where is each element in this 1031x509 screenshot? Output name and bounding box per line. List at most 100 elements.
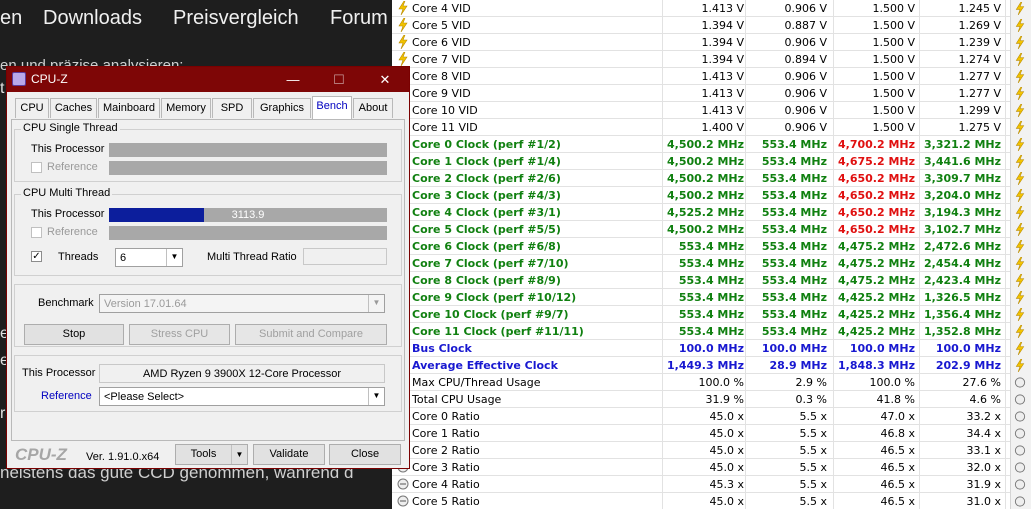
sensor-row[interactable]: Core 9 VID 1.413 V 0.906 V 1.500 V 1.277 V [392, 85, 1010, 102]
sensor-row[interactable]: Core 3 Ratio 45.0 x 5.5 x 46.5 x 32.0 x [392, 459, 1010, 476]
tab-bench[interactable]: Bench [312, 96, 352, 119]
sensor-row[interactable]: Core 5 Clock (perf #5/5) 4,500.2 MHz 553.4… [392, 221, 1010, 238]
minimize-icon[interactable]: — [279, 69, 307, 90]
sensor-row[interactable]: Core 7 VID 1.394 V 0.894 V 1.500 V 1.274 V [392, 51, 1010, 68]
sensor-row[interactable]: Core 7 Clock (perf #7/10) 553.4 MHz 553.4 … [392, 255, 1010, 272]
threads-select[interactable]: 6 ▼ [115, 248, 183, 267]
sensor-min: 100.0 MHz [761, 342, 827, 355]
chevron-down-icon[interactable]: ▼ [368, 388, 384, 405]
reference-checkbox[interactable] [31, 227, 42, 238]
chevron-down-icon[interactable]: ▼ [166, 249, 182, 266]
sensor-row[interactable]: Core 1 Ratio 45.0 x 5.5 x 46.8 x 34.4 x [392, 425, 1010, 442]
validate-button[interactable]: Validate [253, 444, 325, 465]
chevron-down-icon[interactable]: ▼ [368, 295, 384, 312]
sensor-current: 1.413 V [701, 87, 744, 100]
sensor-row[interactable]: Core 0 Clock (perf #1/2) 4,500.2 MHz 553.4… [392, 136, 1010, 153]
title-bar[interactable]: CPU-Z — ☐ ✕ [7, 67, 409, 92]
sensor-row[interactable]: Core 10 VID 1.413 V 0.906 V 1.500 V 1.299 V [392, 102, 1010, 119]
sensor-avg: 3,194.3 MHz [923, 206, 1001, 219]
hwinfo-sensor-panel: Core 4 VID 1.413 V 0.906 V 1.500 V 1.245 V Co… [392, 0, 1031, 509]
sensor-name: Core 6 VID [412, 36, 471, 49]
sensor-row[interactable]: Total CPU Usage 31.9 % 0.3 % 41.8 % 4.6 % [392, 391, 1010, 408]
bolt-icon [1014, 324, 1027, 339]
nav-link-downloads[interactable]: Downloads [43, 7, 142, 30]
sensor-row[interactable]: Core 4 Ratio 45.3 x 5.5 x 46.5 x 31.9 x [392, 476, 1010, 493]
sensor-row[interactable]: Core 5 VID 1.394 V 0.887 V 1.500 V 1.269 V [392, 17, 1010, 34]
reference-select[interactable]: <Please Select> ▼ [99, 387, 385, 406]
sensor-avg: 4.6 % [969, 393, 1001, 406]
sensor-max: 1.500 V [872, 104, 915, 117]
sensor-row[interactable]: Core 2 Ratio 45.0 x 5.5 x 46.5 x 33.1 x [392, 442, 1010, 459]
tab-graphics[interactable]: Graphics [253, 98, 311, 118]
sensor-row[interactable]: Bus Clock 100.0 MHz 100.0 MHz 100.0 MHz 100.… [392, 340, 1010, 357]
tab-memory[interactable]: Memory [161, 98, 211, 118]
sensor-avg: 3,102.7 MHz [923, 223, 1001, 236]
nav-link-preisvergleich[interactable]: Preisvergleich [173, 7, 299, 30]
sensor-avg: 2,423.4 MHz [923, 274, 1001, 287]
sensor-current: 1.413 V [701, 104, 744, 117]
sensor-min: 553.4 MHz [761, 291, 827, 304]
sensor-name: Total CPU Usage [412, 393, 502, 406]
sensor-name: Core 6 Clock (perf #6/8) [412, 240, 561, 253]
sensor-row[interactable]: Core 9 Clock (perf #10/12) 553.4 MHz 553.4… [392, 289, 1010, 306]
sensor-row[interactable]: Core 0 Ratio 45.0 x 5.5 x 47.0 x 33.2 x [392, 408, 1010, 425]
sensor-avg: 3,204.0 MHz [923, 189, 1001, 202]
sensor-avg: 1.239 V [958, 36, 1001, 49]
bolt-icon [1014, 256, 1027, 271]
sensor-row[interactable]: Core 2 Clock (perf #2/6) 4,500.2 MHz 553.4… [392, 170, 1010, 187]
sensor-min: 0.906 V [784, 87, 827, 100]
reference-checkbox[interactable] [31, 162, 42, 173]
chevron-down-icon[interactable]: ▼ [231, 445, 247, 464]
sensor-avg: 1.275 V [958, 121, 1001, 134]
sensor-name: Core 7 Clock (perf #7/10) [412, 257, 569, 270]
sensor-min: 553.4 MHz [761, 325, 827, 338]
tools-button[interactable]: Tools ▼ [175, 444, 248, 465]
window-title: CPU-Z [31, 72, 68, 86]
sensor-name: Core 4 VID [412, 2, 471, 15]
stress-cpu-button[interactable]: Stress CPU [129, 324, 230, 345]
nav-link-forum[interactable]: Forum [330, 7, 388, 30]
sensor-row[interactable]: Core 5 Ratio 45.0 x 5.5 x 46.5 x 31.0 x [392, 493, 1010, 509]
sensor-max: 4,475.2 MHz [837, 274, 915, 287]
nav-link-partial[interactable]: en [0, 7, 22, 30]
sensor-max: 4,675.2 MHz [837, 155, 915, 168]
sensor-max: 1.500 V [872, 19, 915, 32]
sensor-row[interactable]: Max CPU/Thread Usage 100.0 % 2.9 % 100.0 % 2… [392, 374, 1010, 391]
ratio-icon [1014, 410, 1027, 423]
sensor-row[interactable]: Core 11 VID 1.400 V 0.906 V 1.500 V 1.275 V [392, 119, 1010, 136]
sensor-row[interactable]: Core 6 Clock (perf #6/8) 553.4 MHz 553.4 M… [392, 238, 1010, 255]
close-button[interactable]: Close [329, 444, 401, 465]
tab-cpu[interactable]: CPU [15, 98, 49, 118]
threads-checkbox[interactable]: ✓ [31, 251, 42, 262]
sensor-row[interactable]: Core 8 Clock (perf #8/9) 553.4 MHz 553.4 M… [392, 272, 1010, 289]
sensor-avg: 202.9 MHz [935, 359, 1001, 372]
sensor-row[interactable]: Core 3 Clock (perf #4/3) 4,500.2 MHz 553.4… [392, 187, 1010, 204]
cpuz-window: CPU-Z — ☐ ✕ CPU Caches Mainboard Memory … [6, 66, 410, 469]
stop-button[interactable]: Stop [24, 324, 124, 345]
sensor-current: 1.400 V [701, 121, 744, 134]
sensor-max: 1.500 V [872, 53, 915, 66]
sensor-row[interactable]: Core 4 VID 1.413 V 0.906 V 1.500 V 1.245 V [392, 0, 1010, 17]
this-processor-label: This Processor [31, 143, 105, 155]
sensor-row[interactable]: Core 11 Clock (perf #11/11) 553.4 MHz 553.… [392, 323, 1010, 340]
sensor-row[interactable]: Core 1 Clock (perf #1/4) 4,500.2 MHz 553.4… [392, 153, 1010, 170]
sensor-avg: 31.9 x [966, 478, 1002, 491]
ratio-icon [1014, 461, 1027, 474]
benchmark-version-select[interactable]: Version 17.01.64 ▼ [99, 294, 385, 313]
tab-caches[interactable]: Caches [50, 98, 97, 118]
tab-about[interactable]: About [353, 98, 393, 118]
maximize-icon[interactable]: ☐ [325, 69, 353, 90]
sensor-row[interactable]: Core 6 VID 1.394 V 0.906 V 1.500 V 1.239 V [392, 34, 1010, 51]
tab-mainboard[interactable]: Mainboard [98, 98, 160, 118]
close-icon[interactable]: ✕ [371, 69, 399, 90]
sensor-name: Core 1 Ratio [412, 427, 480, 440]
sensor-row[interactable]: Core 10 Clock (perf #9/7) 553.4 MHz 553.4 … [392, 306, 1010, 323]
sensor-row[interactable]: Average Effective Clock 1,449.3 MHz 28.9 M… [392, 357, 1010, 374]
sensor-row[interactable]: Core 8 VID 1.413 V 0.906 V 1.500 V 1.277 V [392, 68, 1010, 85]
sensor-max: 1.500 V [872, 2, 915, 15]
tab-spd[interactable]: SPD [212, 98, 252, 118]
sensor-min: 0.906 V [784, 121, 827, 134]
sensor-name: Core 10 VID [412, 104, 478, 117]
sensor-row[interactable]: Core 4 Clock (perf #3/1) 4,525.2 MHz 553.4… [392, 204, 1010, 221]
submit-compare-button[interactable]: Submit and Compare [235, 324, 387, 345]
